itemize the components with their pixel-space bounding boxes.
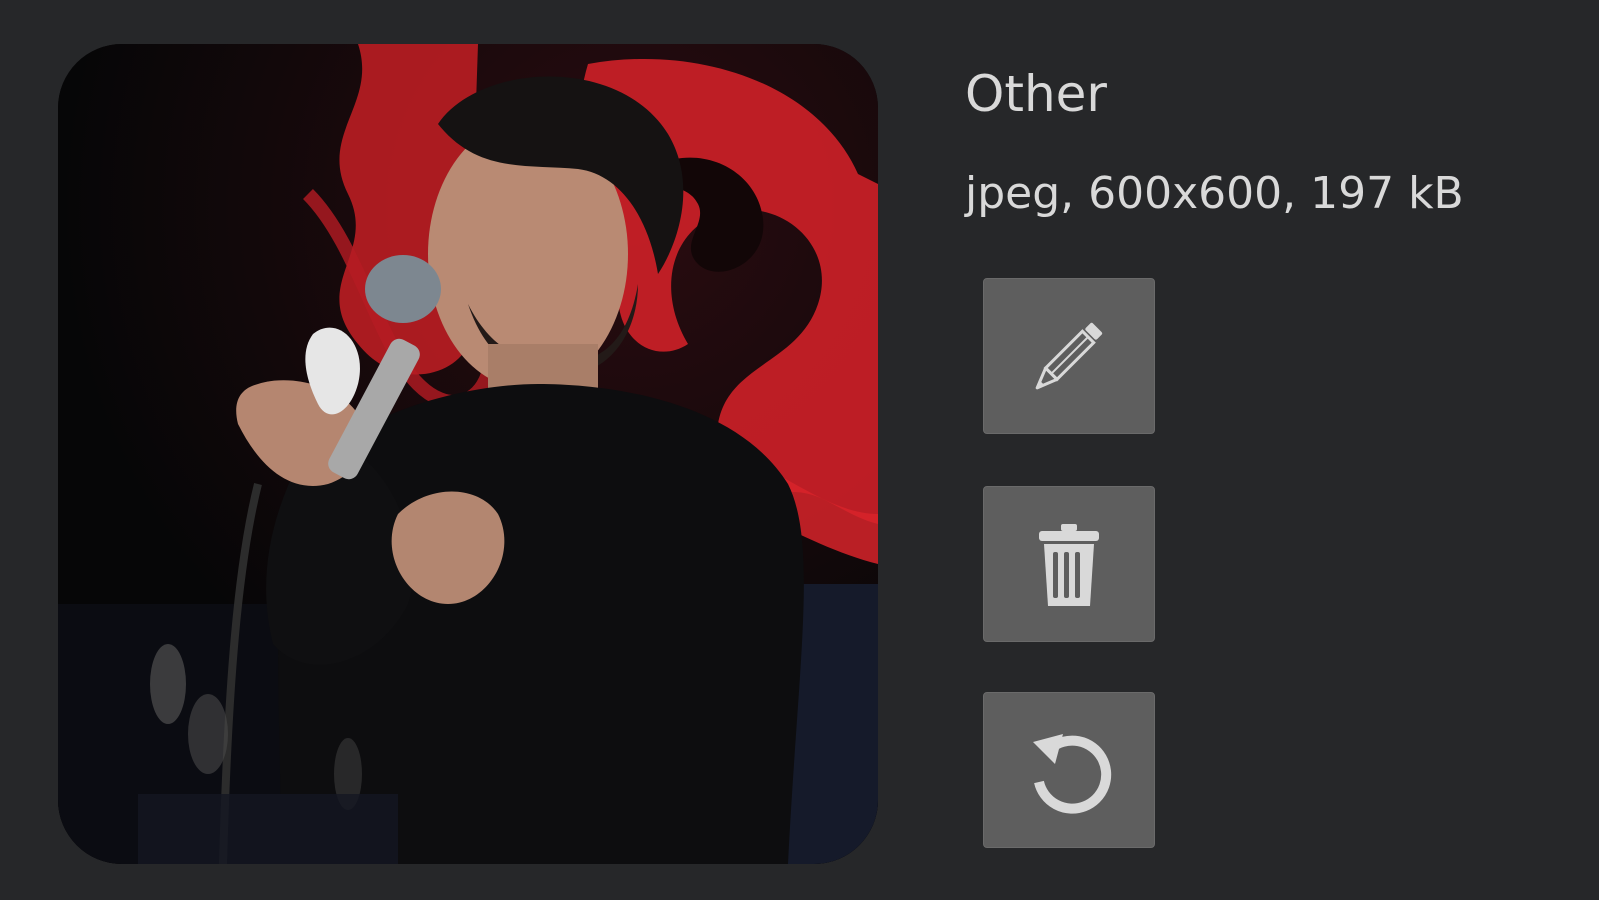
reset-cover-button[interactable] (983, 692, 1155, 848)
cover-file-details: jpeg, 600x600, 197 kB (965, 168, 1464, 219)
undo-icon (1033, 734, 1112, 814)
cover-type-title: Other (965, 65, 1107, 123)
cover-art-image (58, 44, 878, 864)
cover-info: Other jpeg, 600x600, 197 kB (965, 58, 1464, 226)
pencil-icon (1035, 322, 1103, 390)
cover-art-editor: Other jpeg, 600x600, 197 kB (0, 0, 1599, 900)
edit-cover-button[interactable] (983, 278, 1155, 434)
cover-photo (58, 44, 878, 864)
trash-icon (1039, 524, 1099, 606)
delete-cover-button[interactable] (983, 486, 1155, 642)
